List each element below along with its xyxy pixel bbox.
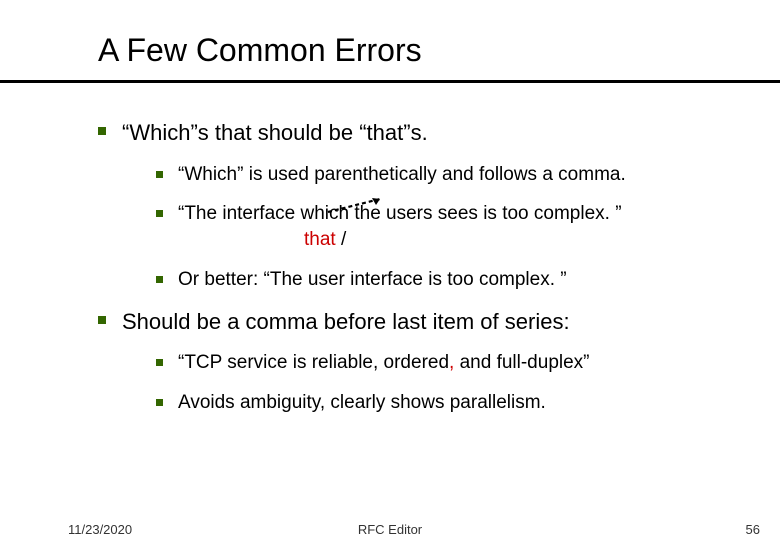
bullet-1-3: Or better: “The user interface is too co… bbox=[156, 267, 738, 293]
bullet-2-2-text: Avoids ambiguity, clearly shows parallel… bbox=[178, 392, 546, 413]
bullet-1-sublist: “Which” is used parenthetically and foll… bbox=[156, 162, 738, 293]
correction-slash: / bbox=[336, 229, 347, 250]
slide: A Few Common Errors “Which”s that should… bbox=[0, 0, 780, 540]
footer-page-number: 56 bbox=[746, 522, 760, 537]
square-bullet-icon bbox=[98, 127, 106, 135]
bullet-1: “Which”s that should be “that”s. “Which”… bbox=[98, 118, 738, 293]
bullet-1-2: “The interface which the users sees is t… bbox=[156, 201, 738, 227]
bullet-2-2: Avoids ambiguity, clearly shows parallel… bbox=[156, 390, 738, 416]
square-bullet-icon bbox=[156, 210, 163, 217]
square-bullet-icon bbox=[98, 316, 106, 324]
bullet-2-text: Should be a comma before last item of se… bbox=[122, 309, 570, 334]
title-underline bbox=[0, 80, 780, 83]
bullet-1-1: “Which” is used parenthetically and foll… bbox=[156, 162, 738, 188]
square-bullet-icon bbox=[156, 359, 163, 366]
bullet-1-3-text: Or better: “The user interface is too co… bbox=[178, 269, 567, 290]
footer-center: RFC Editor bbox=[0, 522, 780, 537]
bullet-2: Should be a comma before last item of se… bbox=[98, 307, 738, 416]
square-bullet-icon bbox=[156, 171, 163, 178]
square-bullet-icon bbox=[156, 276, 163, 283]
bullet-1-2-text: “The interface which the users sees is t… bbox=[178, 203, 622, 224]
bullet-2-1-pre: “TCP service is reliable, ordered bbox=[178, 352, 449, 373]
bullet-2-1-post: and full-duplex” bbox=[454, 352, 589, 373]
slide-body: “Which”s that should be “that”s. “Which”… bbox=[98, 118, 738, 430]
bullet-1-text: “Which”s that should be “that”s. bbox=[122, 120, 428, 145]
bullet-1-1-text: “Which” is used parenthetically and foll… bbox=[178, 164, 626, 185]
bullet-1-2-correction: that / bbox=[304, 227, 346, 253]
bullet-2-1: “TCP service is reliable, ordered, and f… bbox=[156, 350, 738, 376]
square-bullet-icon bbox=[156, 399, 163, 406]
slide-title: A Few Common Errors bbox=[98, 32, 422, 69]
bullet-2-sublist: “TCP service is reliable, ordered, and f… bbox=[156, 350, 738, 415]
correction-word: that bbox=[304, 229, 336, 250]
